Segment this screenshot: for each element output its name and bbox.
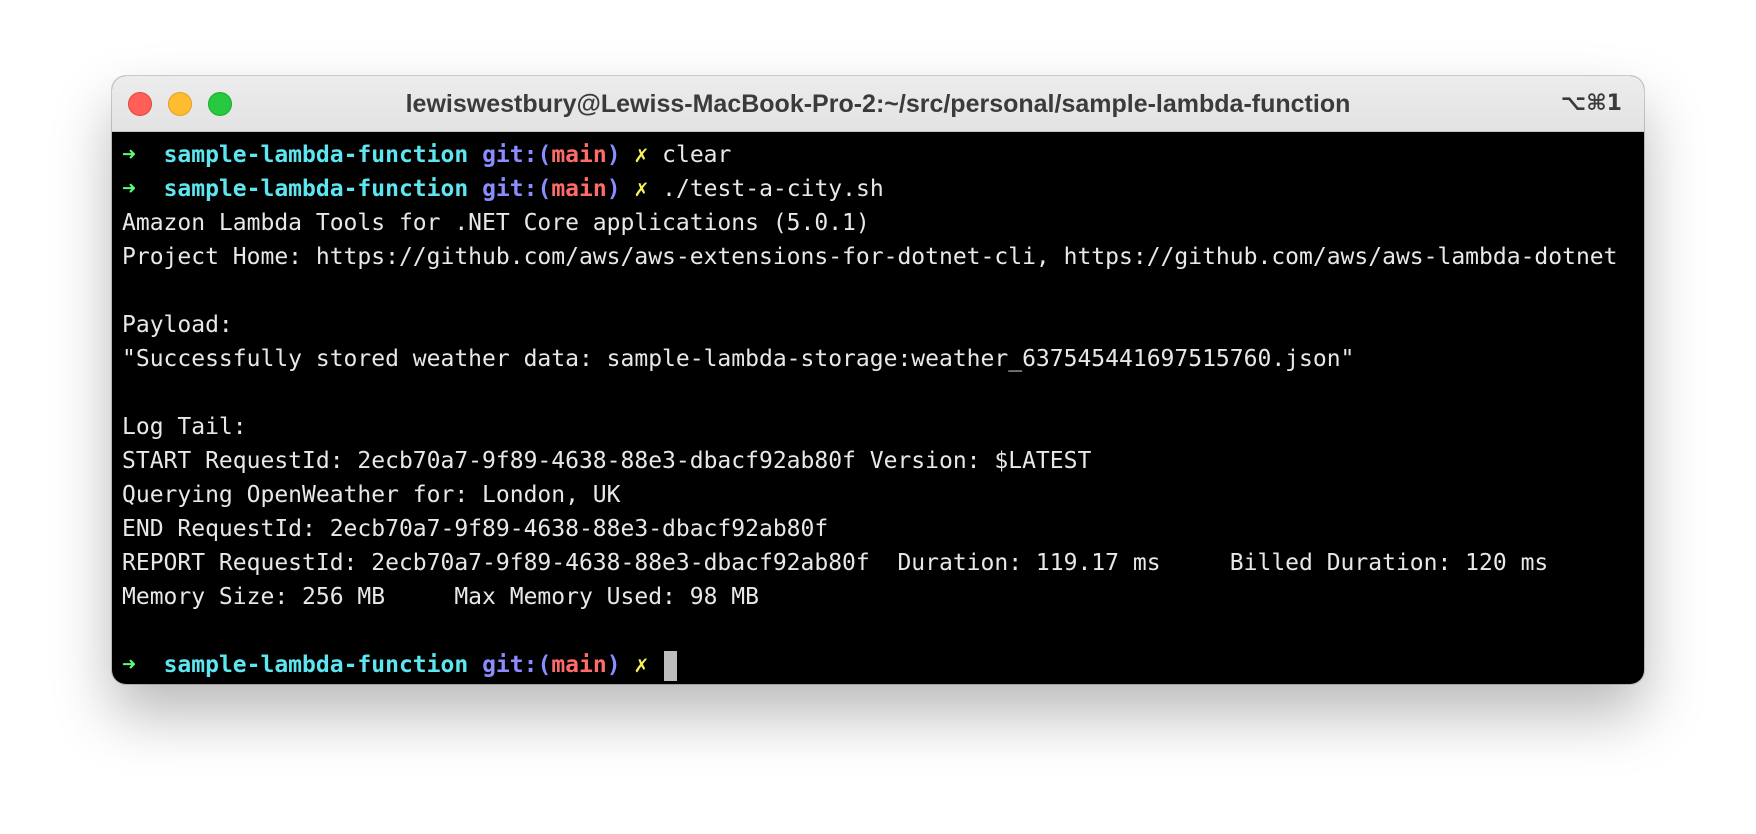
output-line: "Successfully stored weather data: sampl…: [122, 346, 1355, 372]
prompt-git-label: git:(: [482, 142, 552, 168]
prompt-git-label: git:(: [482, 176, 552, 202]
command-text: clear: [662, 142, 732, 168]
output-line: Log Tail:: [122, 414, 247, 440]
window-title: lewiswestbury@Lewiss-MacBook-Pro-2:~/src…: [405, 90, 1351, 118]
output-line: Memory Size: 256 MB Max Memory Used: 98 …: [122, 584, 759, 610]
prompt-line: ➜ sample-lambda-function git:(main) ✗ ./…: [122, 172, 1634, 206]
prompt-dirty-icon: ✗: [634, 176, 649, 202]
prompt-arrow-icon: ➜: [122, 142, 136, 168]
prompt-branch: main: [551, 176, 607, 202]
prompt-git-label: git:(: [482, 652, 552, 678]
prompt-branch: main: [551, 142, 607, 168]
window-shortcut-label: ⌥⌘1: [1560, 91, 1622, 116]
title-bar[interactable]: lewiswestbury@Lewiss-MacBook-Pro-2:~/src…: [112, 76, 1644, 132]
output-line: Payload:: [122, 312, 233, 338]
output-line: Amazon Lambda Tools for .NET Core applic…: [122, 210, 870, 236]
output-line: REPORT RequestId: 2ecb70a7-9f89-4638-88e…: [122, 550, 1549, 576]
prompt-git-close: ): [606, 142, 621, 168]
prompt-branch: main: [551, 652, 607, 678]
output-line: Querying OpenWeather for: London, UK: [122, 482, 621, 508]
prompt-directory: sample-lambda-function: [163, 142, 469, 168]
command-text: ./test-a-city.sh: [662, 176, 884, 202]
active-prompt-line[interactable]: ➜ sample-lambda-function git:(main) ✗: [122, 648, 1634, 682]
terminal-window: lewiswestbury@Lewiss-MacBook-Pro-2:~/src…: [112, 76, 1644, 684]
prompt-directory: sample-lambda-function: [163, 176, 469, 202]
output-line: END RequestId: 2ecb70a7-9f89-4638-88e3-d…: [122, 516, 829, 542]
terminal-output-area[interactable]: ➜ sample-lambda-function git:(main) ✗ cl…: [122, 138, 1634, 684]
output-line: Project Home: https://github.com/aws/aws…: [122, 244, 1618, 270]
prompt-dirty-icon: ✗: [634, 142, 649, 168]
prompt-line: ➜ sample-lambda-function git:(main) ✗ cl…: [122, 138, 1634, 172]
prompt-arrow-icon: ➜: [122, 176, 136, 202]
text-cursor[interactable]: [664, 650, 678, 681]
prompt-dirty-icon: ✗: [634, 652, 649, 678]
prompt-git-close: ): [606, 652, 621, 678]
prompt-arrow-icon: ➜: [122, 652, 136, 678]
output-line: START RequestId: 2ecb70a7-9f89-4638-88e3…: [122, 448, 1092, 474]
prompt-directory: sample-lambda-function: [163, 652, 469, 678]
prompt-git-close: ): [606, 176, 621, 202]
